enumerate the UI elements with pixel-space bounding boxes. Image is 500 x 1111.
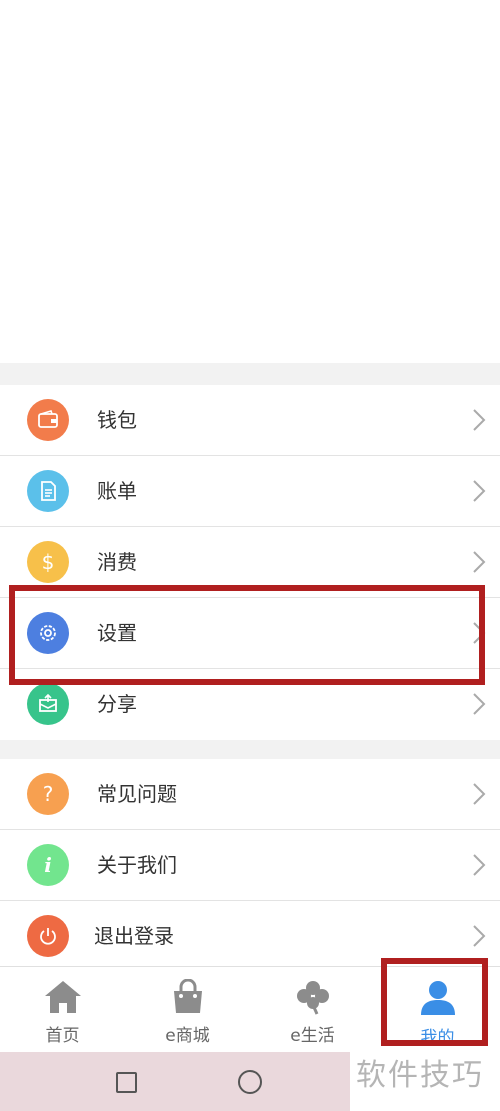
chevron-right-icon	[473, 783, 486, 805]
share-mail-icon	[27, 683, 69, 725]
menu-item-bill[interactable]: 账单	[0, 456, 500, 527]
menu-item-label: 账单	[97, 479, 137, 503]
menu-item-share[interactable]: 分享	[0, 669, 500, 740]
chevron-right-icon	[473, 409, 486, 431]
menu-item-label: 关于我们	[97, 853, 177, 877]
svg-text:?: ?	[43, 782, 54, 806]
clover-icon	[297, 981, 329, 1015]
question-icon: ?	[27, 773, 69, 815]
svg-text:i: i	[44, 853, 52, 877]
document-icon	[27, 470, 69, 512]
menu-item-label: 消费	[97, 550, 137, 574]
power-icon	[27, 915, 69, 957]
menu-item-logout[interactable]: 退出登录	[0, 901, 500, 972]
section-divider	[0, 740, 500, 759]
chevron-right-icon	[473, 925, 486, 947]
svg-text:$: $	[42, 550, 55, 574]
tab-label: 首页	[45, 1026, 80, 1046]
shopping-bag-icon	[174, 979, 202, 1013]
home-button[interactable]	[238, 1070, 262, 1094]
chevron-right-icon	[473, 551, 486, 573]
chevron-right-icon	[473, 693, 486, 715]
home-icon	[45, 981, 81, 1013]
menu-item-faq[interactable]: ? 常见问题	[0, 759, 500, 830]
system-navigation-bar	[0, 1052, 350, 1111]
chevron-right-icon	[473, 622, 486, 644]
chevron-right-icon	[473, 480, 486, 502]
bottom-tab-bar: 首页 e商城 e生活 我的	[0, 966, 500, 1052]
tab-life[interactable]: e生活	[250, 967, 375, 1053]
menu-item-settings[interactable]: 设置	[0, 598, 500, 669]
watermark-text: 软件技巧	[356, 1058, 484, 1093]
menu-item-label: 退出登录	[94, 924, 174, 948]
menu-group-account: 钱包 账单 $ 消费 设置 分享	[0, 385, 500, 740]
tab-label: e商城	[165, 1026, 210, 1046]
info-icon: i	[27, 844, 69, 886]
menu-item-label: 设置	[97, 621, 137, 645]
menu-item-about-us[interactable]: i 关于我们	[0, 830, 500, 901]
tab-mall[interactable]: e商城	[125, 967, 250, 1053]
menu-item-label: 分享	[97, 692, 137, 716]
menu-item-label: 常见问题	[97, 782, 177, 806]
menu-item-consumption[interactable]: $ 消费	[0, 527, 500, 598]
menu-group-help: ? 常见问题 i 关于我们 退出登录	[0, 759, 500, 972]
header-area	[0, 0, 500, 363]
tab-label: e生活	[290, 1026, 335, 1046]
menu-item-label: 钱包	[97, 408, 137, 432]
tab-mine[interactable]: 我的	[375, 967, 500, 1053]
menu-item-wallet[interactable]: 钱包	[0, 385, 500, 456]
gear-icon	[27, 612, 69, 654]
section-divider	[0, 363, 500, 385]
chevron-right-icon	[473, 854, 486, 876]
wallet-icon	[27, 399, 69, 441]
recent-apps-button[interactable]	[116, 1072, 137, 1093]
tab-home[interactable]: 首页	[0, 967, 125, 1053]
dollar-icon: $	[27, 541, 69, 583]
person-icon	[421, 981, 455, 1015]
tab-label: 我的	[420, 1028, 455, 1048]
